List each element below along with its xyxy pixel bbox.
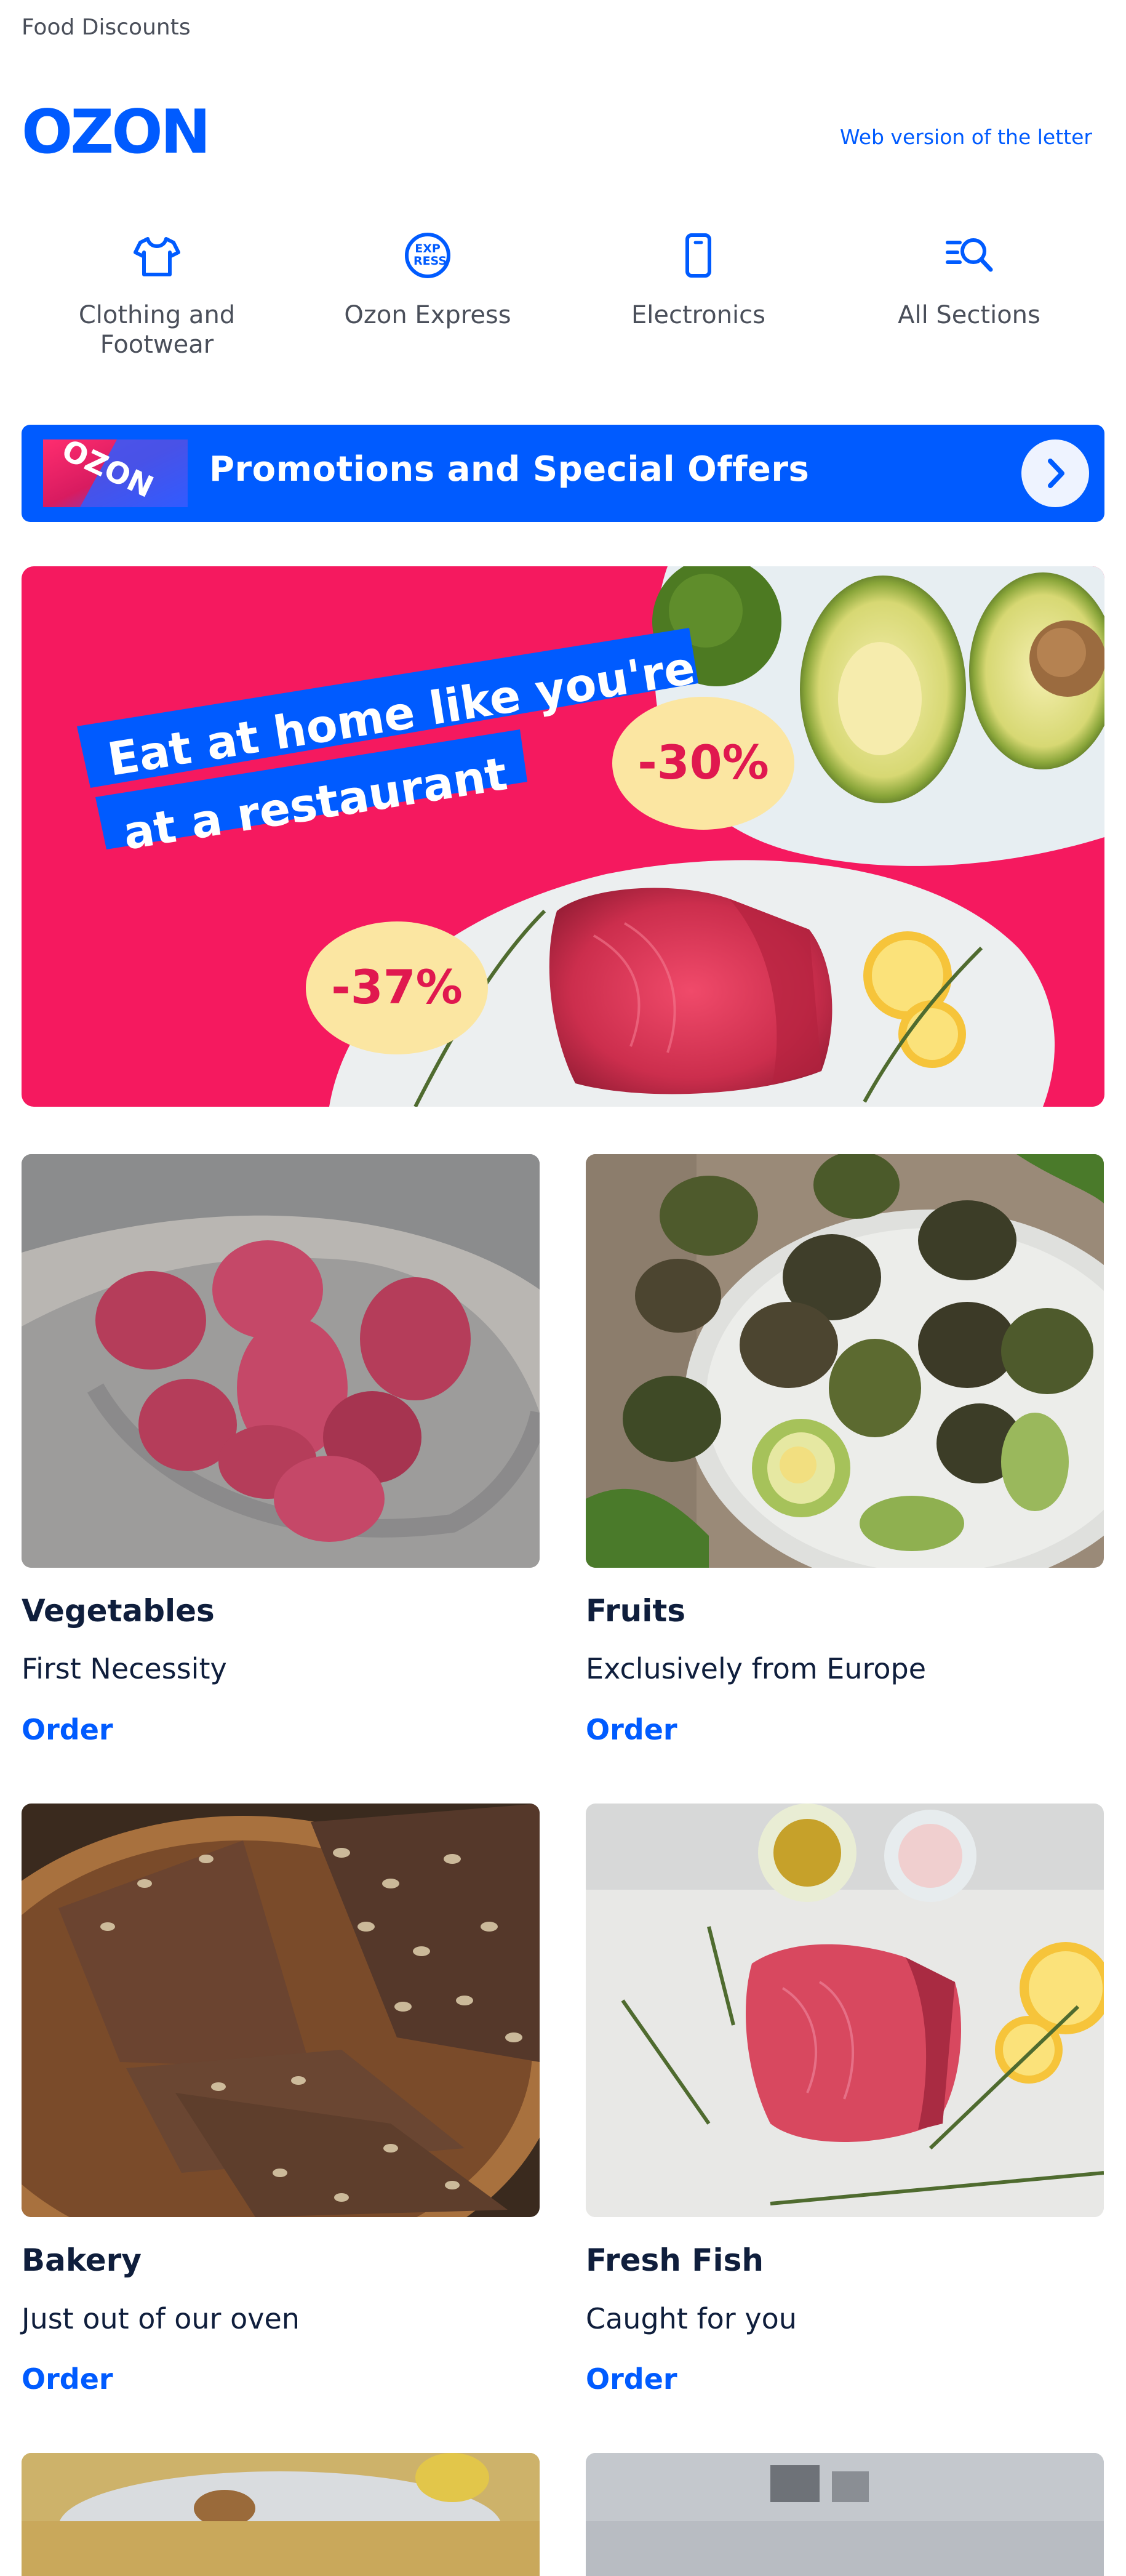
promotions-banner[interactable]: OZON Promotions and Special Offers	[22, 425, 1104, 522]
ozon-badge-image: OZON	[43, 439, 188, 507]
search-list-icon	[946, 238, 993, 272]
order-link-fresh-fish[interactable]: Order	[586, 2362, 677, 2396]
next-card-image-right[interactable]	[586, 2453, 1104, 2576]
chevron-right-icon	[1048, 459, 1064, 488]
card-subtitle-vegetables: First Necessity	[22, 1652, 227, 1685]
tshirt-icon	[134, 237, 180, 276]
hero-artwork: Eat at home like you're at a restaurant …	[77, 566, 1104, 1107]
vegetables-image[interactable]	[22, 1154, 540, 1568]
promo-arrow-button[interactable]	[1021, 439, 1089, 507]
hero-banner[interactable]: Eat at home like you're at a restaurant …	[22, 566, 1104, 1107]
phone-icon	[685, 233, 711, 278]
category-clothing[interactable]: Clothing and Footwear	[46, 228, 268, 359]
potatoes-illustration	[22, 1154, 540, 1568]
fruits-image[interactable]	[586, 1154, 1104, 1568]
promo-label: Promotions and Special Offers	[209, 449, 810, 489]
card-subtitle-fruits: Exclusively from Europe	[586, 1652, 927, 1685]
card-title-fresh-fish: Fresh Fish	[586, 2242, 764, 2278]
category-label: All Sections	[898, 301, 1040, 329]
next-card-image-left[interactable]	[22, 2453, 540, 2576]
card-title-vegetables: Vegetables	[22, 1593, 215, 1629]
category-label: Clothing and Footwear	[78, 301, 236, 359]
express-icon-text-top: EXP	[415, 242, 441, 255]
next-card-illustration-right	[586, 2453, 1104, 2521]
category-electronics[interactable]: Electronics	[588, 228, 809, 330]
express-icon: EXP RESS	[405, 233, 450, 278]
category-ozon-express[interactable]: EXP RESS Ozon Express	[317, 228, 538, 330]
bakery-image[interactable]	[22, 1804, 540, 2217]
bread-illustration	[22, 1804, 540, 2217]
category-label: Electronics	[631, 301, 765, 329]
card-subtitle-fresh-fish: Caught for you	[586, 2302, 797, 2335]
next-card-illustration-left	[22, 2453, 540, 2576]
logo-text: OZON	[22, 105, 209, 158]
tuna-illustration	[586, 1804, 1104, 2217]
order-link-fruits[interactable]: Order	[586, 1713, 677, 1746]
express-icon-text-bottom: RESS	[413, 254, 447, 268]
card-subtitle-bakery: Just out of our oven	[22, 2302, 300, 2335]
preheader-text: Food Discounts	[22, 15, 191, 40]
ozon-logo[interactable]: OZON	[22, 105, 252, 158]
web-version-link[interactable]: Web version of the letter	[840, 125, 1092, 149]
order-link-vegetables[interactable]: Order	[22, 1713, 113, 1746]
fresh-fish-image[interactable]	[586, 1804, 1104, 2217]
order-link-bakery[interactable]: Order	[22, 2362, 113, 2396]
discount-bubble-1: -30%	[637, 735, 769, 790]
discount-bubble-2: -37%	[331, 960, 462, 1014]
card-title-bakery: Bakery	[22, 2242, 142, 2278]
avocados-illustration	[586, 1154, 1104, 1568]
category-label: Ozon Express	[344, 301, 511, 329]
card-title-fruits: Fruits	[586, 1593, 686, 1629]
category-all-sections[interactable]: All Sections	[858, 228, 1080, 330]
